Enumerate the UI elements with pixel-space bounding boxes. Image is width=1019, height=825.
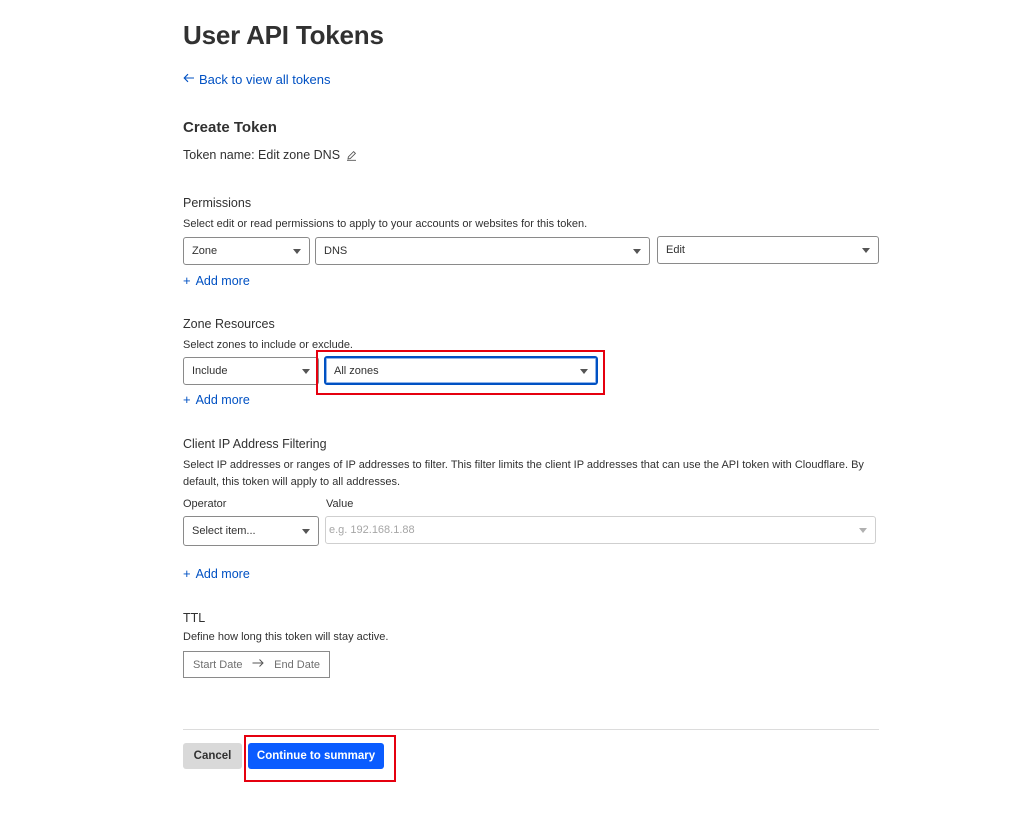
permission-scope-value: Zone bbox=[192, 245, 218, 257]
ttl-date-range-picker[interactable]: Start Date End Date bbox=[183, 651, 330, 678]
permissions-description: Select edit or read permissions to apply… bbox=[183, 218, 588, 230]
back-link-label: Back to view all tokens bbox=[199, 72, 331, 87]
arrow-right-icon bbox=[252, 658, 265, 671]
footer-divider bbox=[183, 729, 879, 730]
operator-label: Operator bbox=[183, 498, 227, 510]
add-permission-button[interactable]: + Add more bbox=[183, 273, 250, 288]
caret-down-icon bbox=[302, 369, 310, 374]
continue-button-highlight bbox=[244, 735, 396, 782]
ip-value-select: e.g. 192.168.1.88 bbox=[325, 516, 876, 544]
token-name-row: Token name: Edit zone DNS bbox=[183, 148, 357, 162]
caret-down-icon bbox=[302, 529, 310, 534]
ip-value-placeholder: e.g. 192.168.1.88 bbox=[329, 524, 415, 536]
permission-access-select[interactable]: Edit bbox=[657, 236, 879, 264]
start-date-field[interactable]: Start Date bbox=[193, 659, 243, 671]
add-zone-resource-button[interactable]: + Add more bbox=[183, 392, 250, 407]
back-to-tokens-link[interactable]: Back to view all tokens bbox=[183, 72, 331, 87]
value-label: Value bbox=[326, 498, 354, 510]
add-ip-filter-button[interactable]: + Add more bbox=[183, 566, 250, 581]
permission-resource-select[interactable]: DNS bbox=[315, 237, 650, 265]
cancel-button[interactable]: Cancel bbox=[183, 743, 242, 769]
plus-icon: + bbox=[183, 566, 191, 581]
zone-resources-heading: Zone Resources bbox=[183, 317, 275, 331]
permission-resource-value: DNS bbox=[324, 245, 348, 257]
page-title: User API Tokens bbox=[183, 20, 384, 50]
plus-icon: + bbox=[183, 392, 191, 407]
caret-down-icon bbox=[862, 248, 870, 253]
caret-down-icon bbox=[293, 249, 301, 254]
arrow-left-icon bbox=[183, 72, 195, 87]
ttl-description: Define how long this token will stay act… bbox=[183, 631, 389, 643]
caret-down-icon bbox=[633, 249, 641, 254]
ip-filtering-description: Select IP addresses or ranges of IP addr… bbox=[183, 459, 864, 488]
zone-mode-select[interactable]: Include bbox=[183, 357, 319, 385]
add-permission-label: Add more bbox=[195, 273, 250, 288]
operator-placeholder: Select item... bbox=[192, 525, 256, 537]
operator-select[interactable]: Select item... bbox=[183, 516, 319, 546]
ttl-heading: TTL bbox=[183, 611, 206, 625]
create-token-heading: Create Token bbox=[183, 119, 277, 136]
permissions-heading: Permissions bbox=[183, 196, 252, 210]
end-date-field[interactable]: End Date bbox=[274, 659, 320, 671]
pencil-icon[interactable] bbox=[346, 150, 357, 161]
caret-down-icon bbox=[859, 528, 867, 533]
ip-filtering-heading: Client IP Address Filtering bbox=[183, 437, 327, 451]
zone-mode-value: Include bbox=[192, 365, 228, 377]
add-zone-resource-label: Add more bbox=[195, 392, 250, 407]
plus-icon: + bbox=[183, 273, 191, 288]
add-ip-filter-label: Add more bbox=[195, 566, 250, 581]
permission-scope-select[interactable]: Zone bbox=[183, 237, 310, 265]
zone-target-highlight bbox=[316, 350, 605, 395]
token-name-label: Token name: Edit zone DNS bbox=[183, 148, 341, 162]
permission-access-value: Edit bbox=[666, 244, 685, 256]
